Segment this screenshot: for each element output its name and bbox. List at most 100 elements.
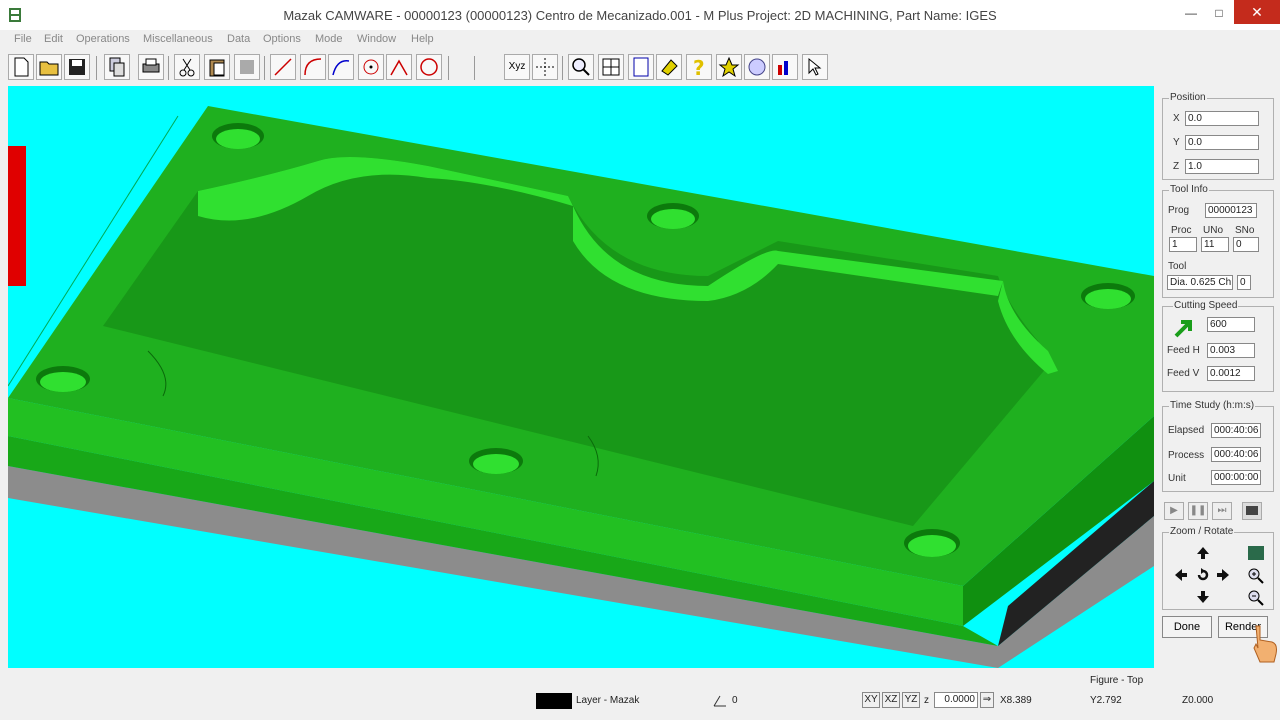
paste-button[interactable] — [204, 54, 230, 80]
arc-icon — [304, 58, 322, 76]
proc-field[interactable]: 1 — [1169, 237, 1197, 252]
angle-button[interactable] — [386, 54, 412, 80]
unit-field[interactable]: 000:00:00 — [1211, 470, 1261, 485]
elapsed-field[interactable]: 000:40:06 — [1211, 423, 1261, 438]
menu-miscellaneous[interactable]: Miscellaneous — [143, 33, 213, 45]
y-coord: Y2.792 — [1090, 695, 1122, 706]
sno-field[interactable]: 0 — [1233, 237, 1259, 252]
prog-label: Prog — [1168, 205, 1190, 216]
xy-plane-button[interactable]: XY — [862, 692, 880, 708]
save-icon — [69, 59, 85, 75]
uno-label: UNo — [1203, 225, 1224, 236]
layer-label[interactable]: Layer - Mazak — [576, 692, 639, 710]
doc-icon — [633, 57, 649, 77]
minimize-button[interactable]: — — [1178, 2, 1204, 24]
fit-view-icon[interactable] — [1247, 545, 1265, 561]
figure-label: Figure - Top — [1090, 675, 1144, 686]
angle-icon — [390, 59, 408, 76]
print-icon — [142, 58, 160, 73]
copy-doc-button[interactable] — [104, 54, 130, 80]
pointer-button[interactable] — [802, 54, 828, 80]
doc-button[interactable] — [628, 54, 654, 80]
grid-button[interactable] — [532, 54, 558, 80]
star-button[interactable] — [716, 54, 742, 80]
menu-edit[interactable]: Edit — [44, 33, 63, 45]
menu-mode[interactable]: Mode — [315, 33, 343, 45]
tool-field[interactable]: Dia. 0.625 Ch — [1167, 275, 1233, 290]
copy-doc-icon — [109, 57, 125, 77]
save-button[interactable] — [64, 54, 90, 80]
z-field[interactable]: 1.0 — [1185, 159, 1259, 174]
curve-button[interactable] — [328, 54, 354, 80]
new-file-button[interactable] — [8, 54, 34, 80]
circle-button[interactable] — [416, 54, 442, 80]
tool-info-title: Tool Info — [1169, 184, 1209, 195]
zoom-rotate-group: Zoom / Rotate — [1162, 526, 1274, 610]
menu-operations[interactable]: Operations — [76, 33, 130, 45]
menu-file[interactable]: File — [14, 33, 32, 45]
right-panel: Position X 0.0 Y 0.0 Z 1.0 Tool Info Pro… — [1156, 86, 1280, 668]
disabled-button[interactable] — [234, 54, 260, 80]
elapsed-label: Elapsed — [1168, 425, 1205, 436]
menu-data[interactable]: Data — [227, 33, 250, 45]
arc-button[interactable] — [300, 54, 326, 80]
process-field[interactable]: 000:40:06 — [1211, 447, 1261, 462]
prog-field[interactable]: 00000123 — [1205, 203, 1257, 218]
magnify-button[interactable] — [568, 54, 594, 80]
line-icon — [274, 58, 292, 76]
tool-extra-field[interactable]: 0 — [1237, 275, 1251, 290]
pause-button[interactable]: ❚❚ — [1188, 502, 1208, 520]
line-button[interactable] — [270, 54, 296, 80]
print-button[interactable] — [138, 54, 164, 80]
open-button[interactable] — [36, 54, 62, 80]
rotate-up-icon[interactable] — [1195, 545, 1211, 561]
rotate-down-icon[interactable] — [1195, 589, 1211, 605]
zoom-out-icon[interactable] — [1247, 589, 1265, 607]
menu-bar: File Edit Operations Miscellaneous Data … — [0, 30, 1280, 50]
uno-field[interactable]: 11 — [1201, 237, 1229, 252]
circle-icon — [420, 58, 438, 76]
eraser-button[interactable] — [656, 54, 682, 80]
feedv-label: Feed V — [1167, 368, 1200, 379]
rotate-reset-icon[interactable] — [1195, 567, 1211, 583]
x-field[interactable]: 0.0 — [1185, 111, 1259, 126]
z-input[interactable]: 0.0000 — [934, 692, 978, 708]
xyz-button[interactable]: Xyz — [504, 54, 530, 80]
yz-plane-button[interactable]: YZ — [902, 692, 920, 708]
window-button[interactable] — [598, 54, 624, 80]
chart-button[interactable] — [772, 54, 798, 80]
feedh-field[interactable]: 0.003 — [1207, 343, 1255, 358]
status-bar: Layer - Mazak 0 XY XZ YZ z 0.0000 ⇒ X8.3… — [0, 670, 1280, 720]
done-button[interactable]: Done — [1162, 616, 1212, 638]
proc-label: Proc — [1171, 225, 1192, 236]
magnify-icon — [572, 58, 590, 76]
feedv-field[interactable]: 0.0012 — [1207, 366, 1255, 381]
z-apply-button[interactable]: ⇒ — [980, 692, 994, 708]
circle-point-button[interactable] — [358, 54, 384, 80]
xyz-icon: Xyz — [508, 61, 526, 72]
3d-viewport[interactable] — [8, 86, 1154, 668]
xz-plane-button[interactable]: XZ — [882, 692, 900, 708]
z-coord: Z0.000 — [1182, 695, 1214, 706]
zoom-in-icon[interactable] — [1247, 567, 1265, 585]
rotate-right-icon[interactable] — [1215, 567, 1231, 583]
cutting-speed-group: Cutting Speed 600 Feed H 0.003 Feed V 0.… — [1162, 300, 1274, 392]
help-button[interactable]: ? — [686, 54, 712, 80]
maximize-button[interactable]: □ — [1206, 2, 1232, 24]
menu-help[interactable]: Help — [411, 33, 434, 45]
snapshot-button[interactable] — [1242, 502, 1262, 520]
y-field[interactable]: 0.0 — [1185, 135, 1259, 150]
speed-arrow-icon — [1174, 320, 1192, 338]
play-button[interactable]: ▶ — [1164, 502, 1184, 520]
process-label: Process — [1168, 450, 1205, 461]
globe-button[interactable] — [744, 54, 770, 80]
speed-field[interactable]: 600 — [1207, 317, 1255, 332]
close-button[interactable]: ✕ — [1234, 0, 1280, 24]
z-label: Z — [1173, 161, 1180, 172]
step-button[interactable]: ⏭ — [1212, 502, 1232, 520]
cutting-speed-title: Cutting Speed — [1173, 300, 1239, 311]
menu-window[interactable]: Window — [357, 33, 396, 45]
menu-options[interactable]: Options — [263, 33, 301, 45]
rotate-left-icon[interactable] — [1173, 567, 1189, 583]
cut-button[interactable] — [174, 54, 200, 80]
